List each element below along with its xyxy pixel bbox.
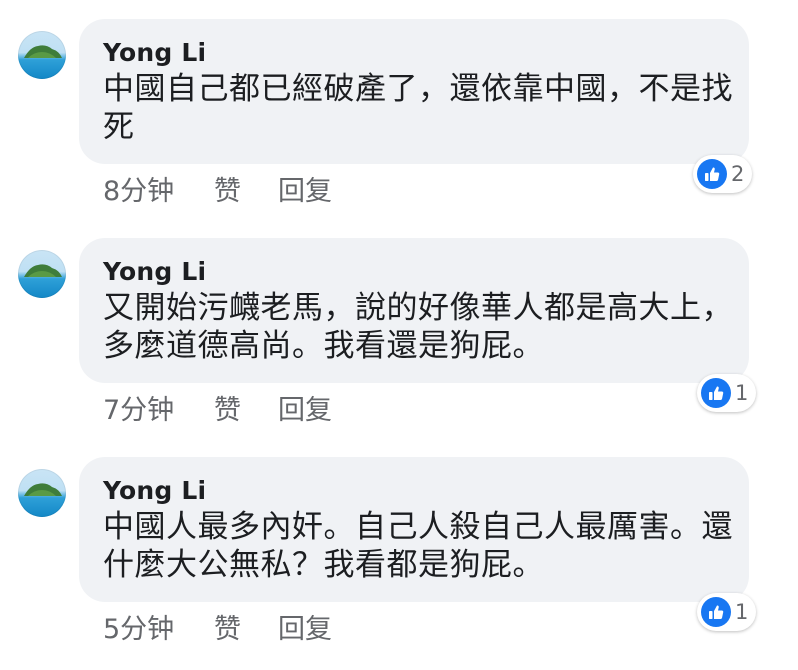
thumbs-up-icon [697,159,727,189]
avatar[interactable] [18,31,66,79]
thumbs-up-icon [701,378,731,408]
reaction-count: 1 [735,600,749,624]
like-button[interactable]: 赞 [214,169,241,208]
reaction-badge[interactable]: 1 [697,593,757,631]
comment-timestamp[interactable]: 8分钟 [103,169,174,208]
island-icon [24,45,62,58]
comment: Yong Li 中國人最多內奸。自己人殺自己人最厲害。還什麼大公無私？我看都是狗… [0,438,798,657]
comment-text: 中國自己都已經破產了，還依靠中國，不是找死 [103,71,733,145]
comment-author[interactable]: Yong Li [103,476,206,505]
island-icon [24,264,62,277]
comment-author[interactable]: Yong Li [103,257,206,286]
reply-button[interactable]: 回复 [278,388,332,427]
comment-author[interactable]: Yong Li [103,38,206,67]
avatar[interactable] [18,250,66,298]
comment-timestamp[interactable]: 5分钟 [103,607,174,646]
thumbs-up-icon [701,597,731,627]
reaction-badge[interactable]: 2 [693,155,753,193]
comment-text: 中國人最多內奸。自己人殺自己人最厲害。還什麼大公無私？我看都是狗屁。 [103,509,733,583]
island-icon [24,483,62,496]
comment-timestamp[interactable]: 7分钟 [103,388,174,427]
avatar[interactable] [18,469,66,517]
reply-button[interactable]: 回复 [278,607,332,646]
reaction-count: 2 [731,162,745,186]
like-button[interactable]: 赞 [214,388,241,427]
reaction-badge[interactable]: 1 [697,374,757,412]
comment: Yong Li 又開始污衊老馬，說的好像華人都是高大上，多麼道德高尚。我看還是狗… [0,219,798,438]
reaction-count: 1 [735,381,749,405]
comment: Yong Li 中國自己都已經破產了，還依靠中國，不是找死 8分钟 赞 回复 2 [0,0,798,219]
reply-button[interactable]: 回复 [278,169,332,208]
like-button[interactable]: 赞 [214,607,241,646]
comment-text: 又開始污衊老馬，說的好像華人都是高大上，多麼道德高尚。我看還是狗屁。 [103,290,733,364]
